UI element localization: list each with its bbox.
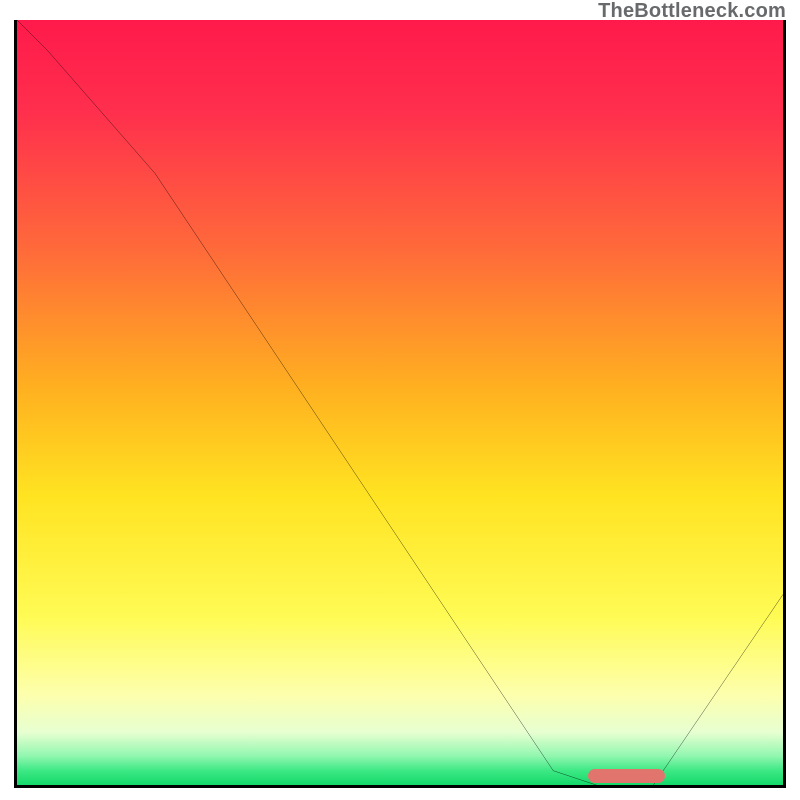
optimum-marker bbox=[588, 769, 665, 783]
chart-stage: TheBottleneck.com bbox=[0, 0, 800, 800]
gradient-background bbox=[17, 20, 783, 786]
plot-area bbox=[14, 20, 786, 788]
